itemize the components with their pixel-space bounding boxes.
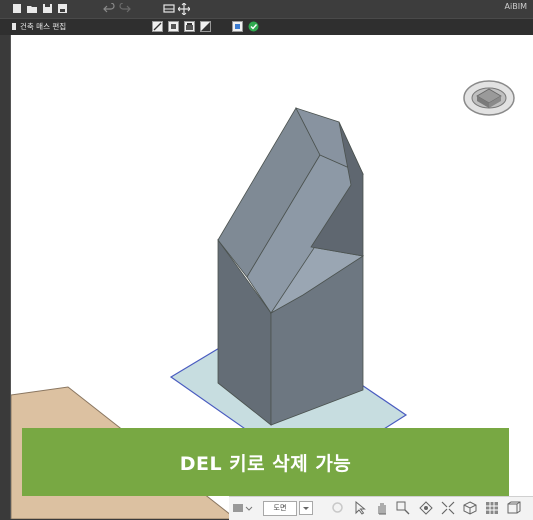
edit-solid-icon[interactable]: [184, 21, 195, 32]
bottom-view-toolbar: 도면: [229, 496, 533, 520]
main-toolbar-row: AiBIM: [0, 0, 533, 18]
new-file-icon[interactable]: [12, 3, 22, 14]
open-folder-icon[interactable]: [26, 3, 38, 14]
zoom-window-icon[interactable]: [396, 501, 410, 515]
mass-mode-icon[interactable]: [232, 21, 243, 32]
grid-icon[interactable]: [485, 501, 499, 515]
view-select-dropdown-icon[interactable]: [299, 501, 313, 515]
context-toolbar-row: 건축 매스 편집: [0, 18, 533, 35]
app-brand: AiBIM: [504, 2, 527, 11]
sun-icon[interactable]: [331, 501, 344, 514]
context-label: 건축 매스 편집: [20, 22, 67, 31]
save-as-icon[interactable]: [57, 3, 68, 14]
edit-face-icon[interactable]: [168, 21, 179, 32]
layout-icon[interactable]: [163, 3, 175, 14]
redo-icon[interactable]: [119, 3, 131, 14]
orbit-icon[interactable]: [419, 501, 433, 515]
save-icon[interactable]: [42, 3, 53, 14]
select-arrow-icon[interactable]: [354, 501, 367, 515]
top-toolbar: AiBIM 건축 매스 편집: [0, 0, 533, 35]
edit-line-icon[interactable]: [152, 21, 163, 32]
instruction-banner: DEL 키로 삭제 가능: [22, 428, 509, 496]
display-mode-icon[interactable]: [233, 502, 253, 514]
view-cube-icon[interactable]: [463, 80, 515, 116]
zoom-extents-icon[interactable]: [441, 501, 455, 515]
building-mass-icon: [12, 23, 16, 30]
pan-hand-icon[interactable]: [375, 501, 389, 515]
view-cube-toggle-icon[interactable]: [463, 501, 477, 515]
section-box-icon[interactable]: [507, 501, 521, 515]
view-select[interactable]: 도면: [263, 501, 297, 516]
undo-icon[interactable]: [103, 3, 115, 14]
confirm-check-icon[interactable]: [248, 21, 259, 32]
move-icon[interactable]: [178, 3, 190, 15]
edit-split-icon[interactable]: [200, 21, 211, 32]
